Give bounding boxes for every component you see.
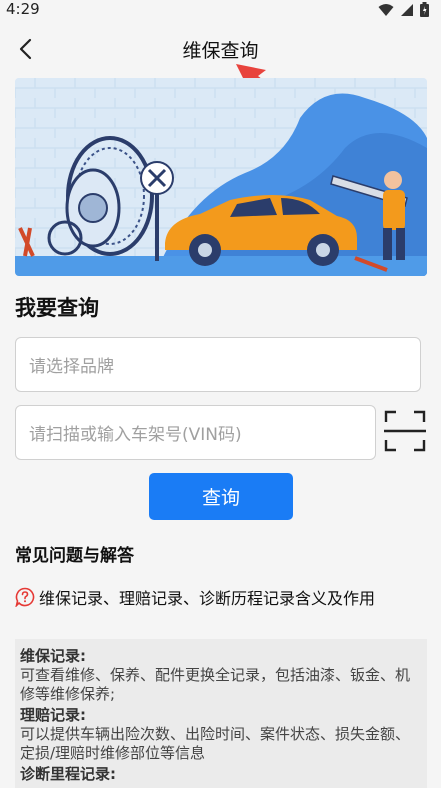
- brand-select[interactable]: 请选择品牌: [15, 337, 421, 392]
- vin-input[interactable]: 请扫描或输入车架号(VIN码): [15, 405, 376, 460]
- answer-label-claims: 理赔记录:: [20, 706, 86, 724]
- status-icons: [378, 2, 429, 17]
- signal-icon: [401, 3, 413, 16]
- faq-title: 常见问题与解答: [15, 546, 134, 566]
- query-button[interactable]: 查询: [149, 473, 293, 520]
- answer-text-claims: 可以提供车辆出险次数、出险时间、案件状态、损失金额、定损/理赔时维修部位等信息: [20, 725, 411, 762]
- question-icon: [15, 587, 35, 607]
- scan-icon: [384, 410, 426, 452]
- answer-text-maintenance: 可查看维修、保养、配件更换全记录，包括油漆、钣金、机修等维修保养;: [20, 666, 411, 703]
- faq-question[interactable]: 维保记录、理赔记录、诊断历程记录含义及作用: [15, 587, 425, 609]
- query-section-title: 我要查询: [15, 296, 99, 320]
- status-time: 4:29: [6, 0, 40, 18]
- answer-label-maintenance: 维保记录:: [20, 647, 86, 665]
- status-bar: 4:29: [0, 0, 441, 24]
- faq-question-text: 维保记录、理赔记录、诊断历程记录含义及作用: [39, 589, 376, 608]
- page-title: 维保查询: [182, 40, 259, 62]
- scan-button[interactable]: [384, 410, 426, 452]
- nav-bar: 维保查询: [0, 24, 441, 74]
- wifi-icon: [378, 3, 394, 16]
- banner-illustration: [15, 78, 427, 276]
- faq-answer: 维保记录: 可查看维修、保养、配件更换全记录，包括油漆、钣金、机修等维修保养; …: [15, 639, 427, 788]
- battery-icon: [420, 2, 429, 17]
- answer-label-diagnosis: 诊断里程记录:: [20, 765, 116, 783]
